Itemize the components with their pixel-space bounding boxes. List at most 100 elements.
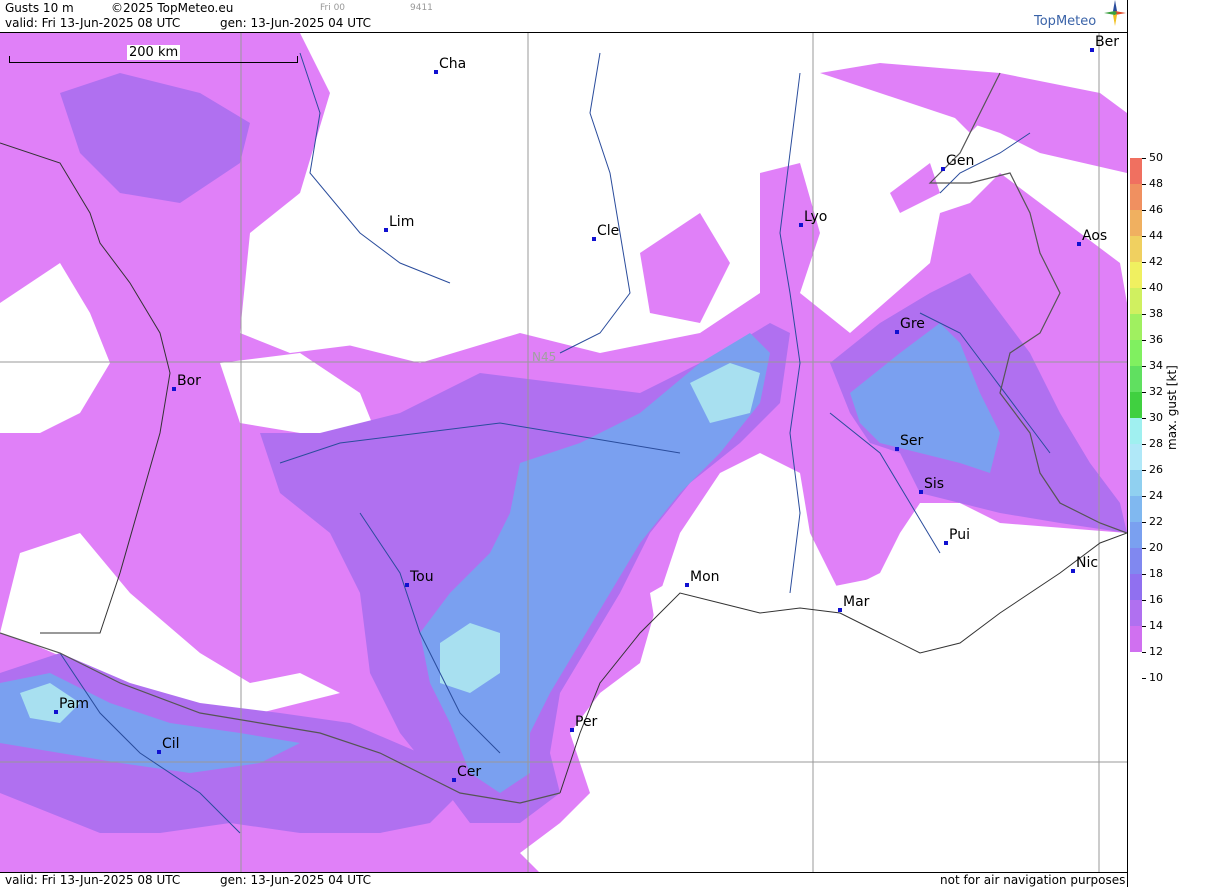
legend-color-segment xyxy=(1130,522,1142,548)
city-label: Cer xyxy=(457,764,482,780)
product-title: Gusts 10 m xyxy=(5,1,74,15)
legend-color-segment xyxy=(1130,288,1142,314)
legend-tick-label: 28 xyxy=(1149,437,1163,450)
legend-color-segment xyxy=(1130,574,1142,600)
run-label: Fri 00 xyxy=(320,3,346,13)
legend-tick-label: 32 xyxy=(1149,385,1163,398)
legend-tick-mark xyxy=(1142,262,1146,263)
legend-tick-label: 40 xyxy=(1149,281,1163,294)
city-label: Lim xyxy=(389,214,415,230)
legend-tick-label: 48 xyxy=(1149,177,1163,190)
footer-disclaimer: not for air navigation purposes xyxy=(940,873,1126,887)
legend-tick-label: 16 xyxy=(1149,593,1163,606)
legend-color-segment xyxy=(1130,210,1142,236)
legend-tick-label: 14 xyxy=(1149,619,1163,632)
legend-color-segment xyxy=(1130,158,1142,184)
legend-tick-label: 36 xyxy=(1149,333,1163,346)
legend-tick-label: 20 xyxy=(1149,541,1163,554)
legend-tick-mark xyxy=(1142,678,1146,679)
legend-color-segment xyxy=(1130,340,1142,366)
brand-name: TopMeteo xyxy=(1034,14,1097,29)
city-label: Per xyxy=(575,714,598,730)
map-header: Gusts 10 m ©2025 TopMeteo.eu Fri 00 9411… xyxy=(0,0,1127,32)
legend-tick-mark xyxy=(1142,626,1146,627)
legend-tick-label: 22 xyxy=(1149,515,1163,528)
legend-tick-mark xyxy=(1142,522,1146,523)
gust-legend: 50 48 46 44 42 40 38 36 34 32 30 28 26 24 22 20 18 16 14 12… xyxy=(1129,150,1219,690)
city-label: Lyo xyxy=(804,209,828,225)
legend-tick-mark xyxy=(1142,652,1146,653)
city-label: Ser xyxy=(900,433,924,449)
legend-color-segment xyxy=(1130,392,1142,418)
city-label: Nic xyxy=(1076,555,1099,571)
city-label: Cle xyxy=(597,223,620,239)
legend-tick-mark xyxy=(1142,444,1146,445)
city-label: Cha xyxy=(439,56,467,72)
copyright: ©2025 TopMeteo.eu xyxy=(111,1,234,15)
city-label: Pui xyxy=(949,527,970,543)
legend-tick-mark xyxy=(1142,314,1146,315)
legend-color-segment xyxy=(1130,262,1142,288)
legend-tick-label: 10 xyxy=(1149,671,1163,684)
legend-color-segment xyxy=(1130,184,1142,210)
legend-tick-mark xyxy=(1142,496,1146,497)
panel-divider xyxy=(1127,0,1128,887)
gen-time: gen: 13-Jun-2025 04 UTC xyxy=(220,16,372,30)
city-label: Aos xyxy=(1082,228,1108,244)
city-label: Pam xyxy=(59,696,90,712)
scale-bar: 200 km xyxy=(9,45,298,69)
legend-tick-label: 34 xyxy=(1149,359,1163,372)
city-label: Gen xyxy=(946,153,975,169)
legend-tick-mark xyxy=(1142,366,1146,367)
legend-tick-label: 46 xyxy=(1149,203,1163,216)
legend-tick-label: 12 xyxy=(1149,645,1163,658)
legend-tick-label: 26 xyxy=(1149,463,1163,476)
legend-tick-label: 18 xyxy=(1149,567,1163,580)
legend-tick-mark xyxy=(1142,392,1146,393)
gust-map[interactable]: N45 200 km Cha Ber Gen Lim Cle Lyo Aos G… xyxy=(0,32,1127,873)
city-label: Bor xyxy=(177,373,201,389)
legend-color-segment xyxy=(1130,626,1142,652)
legend-color-segment xyxy=(1130,600,1142,626)
legend-tick-mark xyxy=(1142,184,1146,185)
legend-title: max. gust [kt] xyxy=(1165,365,1179,450)
legend-tick-mark xyxy=(1142,548,1146,549)
legend-color-segment xyxy=(1130,444,1142,470)
legend-color-segment xyxy=(1130,496,1142,522)
city-label: Sis xyxy=(924,476,945,492)
city-label: Ber xyxy=(1095,34,1119,50)
compass-icon xyxy=(1104,0,1126,26)
legend-tick-mark xyxy=(1142,288,1146,289)
code-label: 9411 xyxy=(410,3,433,13)
legend-color-segment xyxy=(1130,236,1142,262)
legend-tick-mark xyxy=(1142,600,1146,601)
legend-tick-label: 44 xyxy=(1149,229,1163,242)
legend-color-segment xyxy=(1130,366,1142,392)
city-label: Gre xyxy=(900,316,925,332)
legend-color-segment xyxy=(1130,548,1142,574)
footer-gen: gen: 13-Jun-2025 04 UTC xyxy=(220,873,372,887)
valid-time: valid: Fri 13-Jun-2025 08 UTC xyxy=(5,16,181,30)
latitude-label: N45 xyxy=(532,350,556,364)
legend-tick-label: 24 xyxy=(1149,489,1163,502)
city-label: Cil xyxy=(162,736,180,752)
legend-tick-mark xyxy=(1142,236,1146,237)
legend-color-segment xyxy=(1130,470,1142,496)
legend-tick-mark xyxy=(1142,158,1146,159)
legend-tick-label: 50 xyxy=(1149,151,1163,164)
legend-tick-label: 42 xyxy=(1149,255,1163,268)
legend-tick-mark xyxy=(1142,210,1146,211)
topmeteo-logo[interactable]: TopMeteo xyxy=(1034,0,1126,29)
legend-tick-mark xyxy=(1142,340,1146,341)
legend-tick-mark xyxy=(1142,470,1146,471)
city-label: Mar xyxy=(843,594,870,610)
legend-tick-label: 38 xyxy=(1149,307,1163,320)
legend-color-bar xyxy=(1130,158,1142,652)
legend-tick-mark xyxy=(1142,418,1146,419)
city-label: Mon xyxy=(690,569,720,585)
legend-tick-mark xyxy=(1142,574,1146,575)
map-footer: valid: Fri 13-Jun-2025 08 UTC gen: 13-Ju… xyxy=(0,872,1127,888)
city-label: Tou xyxy=(410,569,434,585)
legend-tick-label: 30 xyxy=(1149,411,1163,424)
scale-label: 200 km xyxy=(127,45,181,60)
